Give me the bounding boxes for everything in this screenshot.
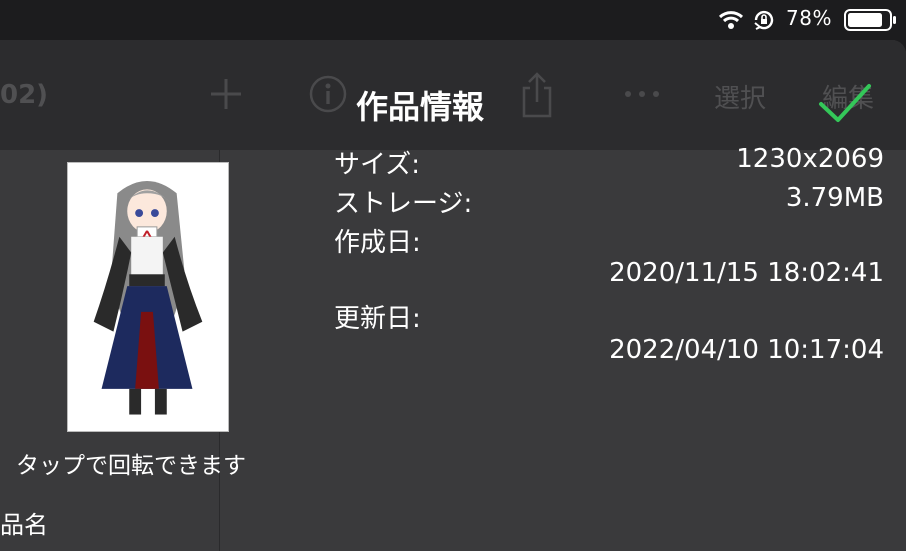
share-icon[interactable] — [518, 72, 556, 118]
size-value: 1230x2069 — [736, 144, 884, 174]
status-bar: 78% — [0, 0, 906, 40]
info-icon[interactable] — [308, 74, 348, 114]
wifi-icon — [718, 11, 744, 29]
size-label: サイズ: — [334, 150, 420, 180]
name-label: 品名 — [0, 511, 48, 539]
rotation-lock-icon — [754, 10, 774, 30]
updated-label: 更新日: — [334, 304, 421, 334]
storage-value: 3.79MB — [785, 183, 884, 213]
storage-label: ストレージ: — [334, 189, 473, 219]
updated-value: 2022/04/10 10:17:04 — [609, 335, 884, 365]
more-icon[interactable] — [622, 84, 662, 104]
select-button[interactable]: 選択 — [714, 78, 766, 115]
rotate-hint: タップで回転できます — [16, 453, 246, 479]
plus-icon[interactable] — [208, 76, 244, 112]
background-title: 02) — [0, 80, 49, 110]
created-label: 作成日: — [334, 228, 421, 258]
battery-icon — [844, 9, 896, 31]
character-illustration — [68, 163, 228, 431]
checkmark-icon[interactable] — [818, 82, 872, 124]
artwork-thumbnail[interactable] — [67, 162, 229, 432]
dialog-title: 作品情報 — [356, 88, 485, 126]
created-value: 2020/11/15 18:02:41 — [609, 258, 884, 288]
battery-percentage: 78% — [786, 6, 832, 30]
